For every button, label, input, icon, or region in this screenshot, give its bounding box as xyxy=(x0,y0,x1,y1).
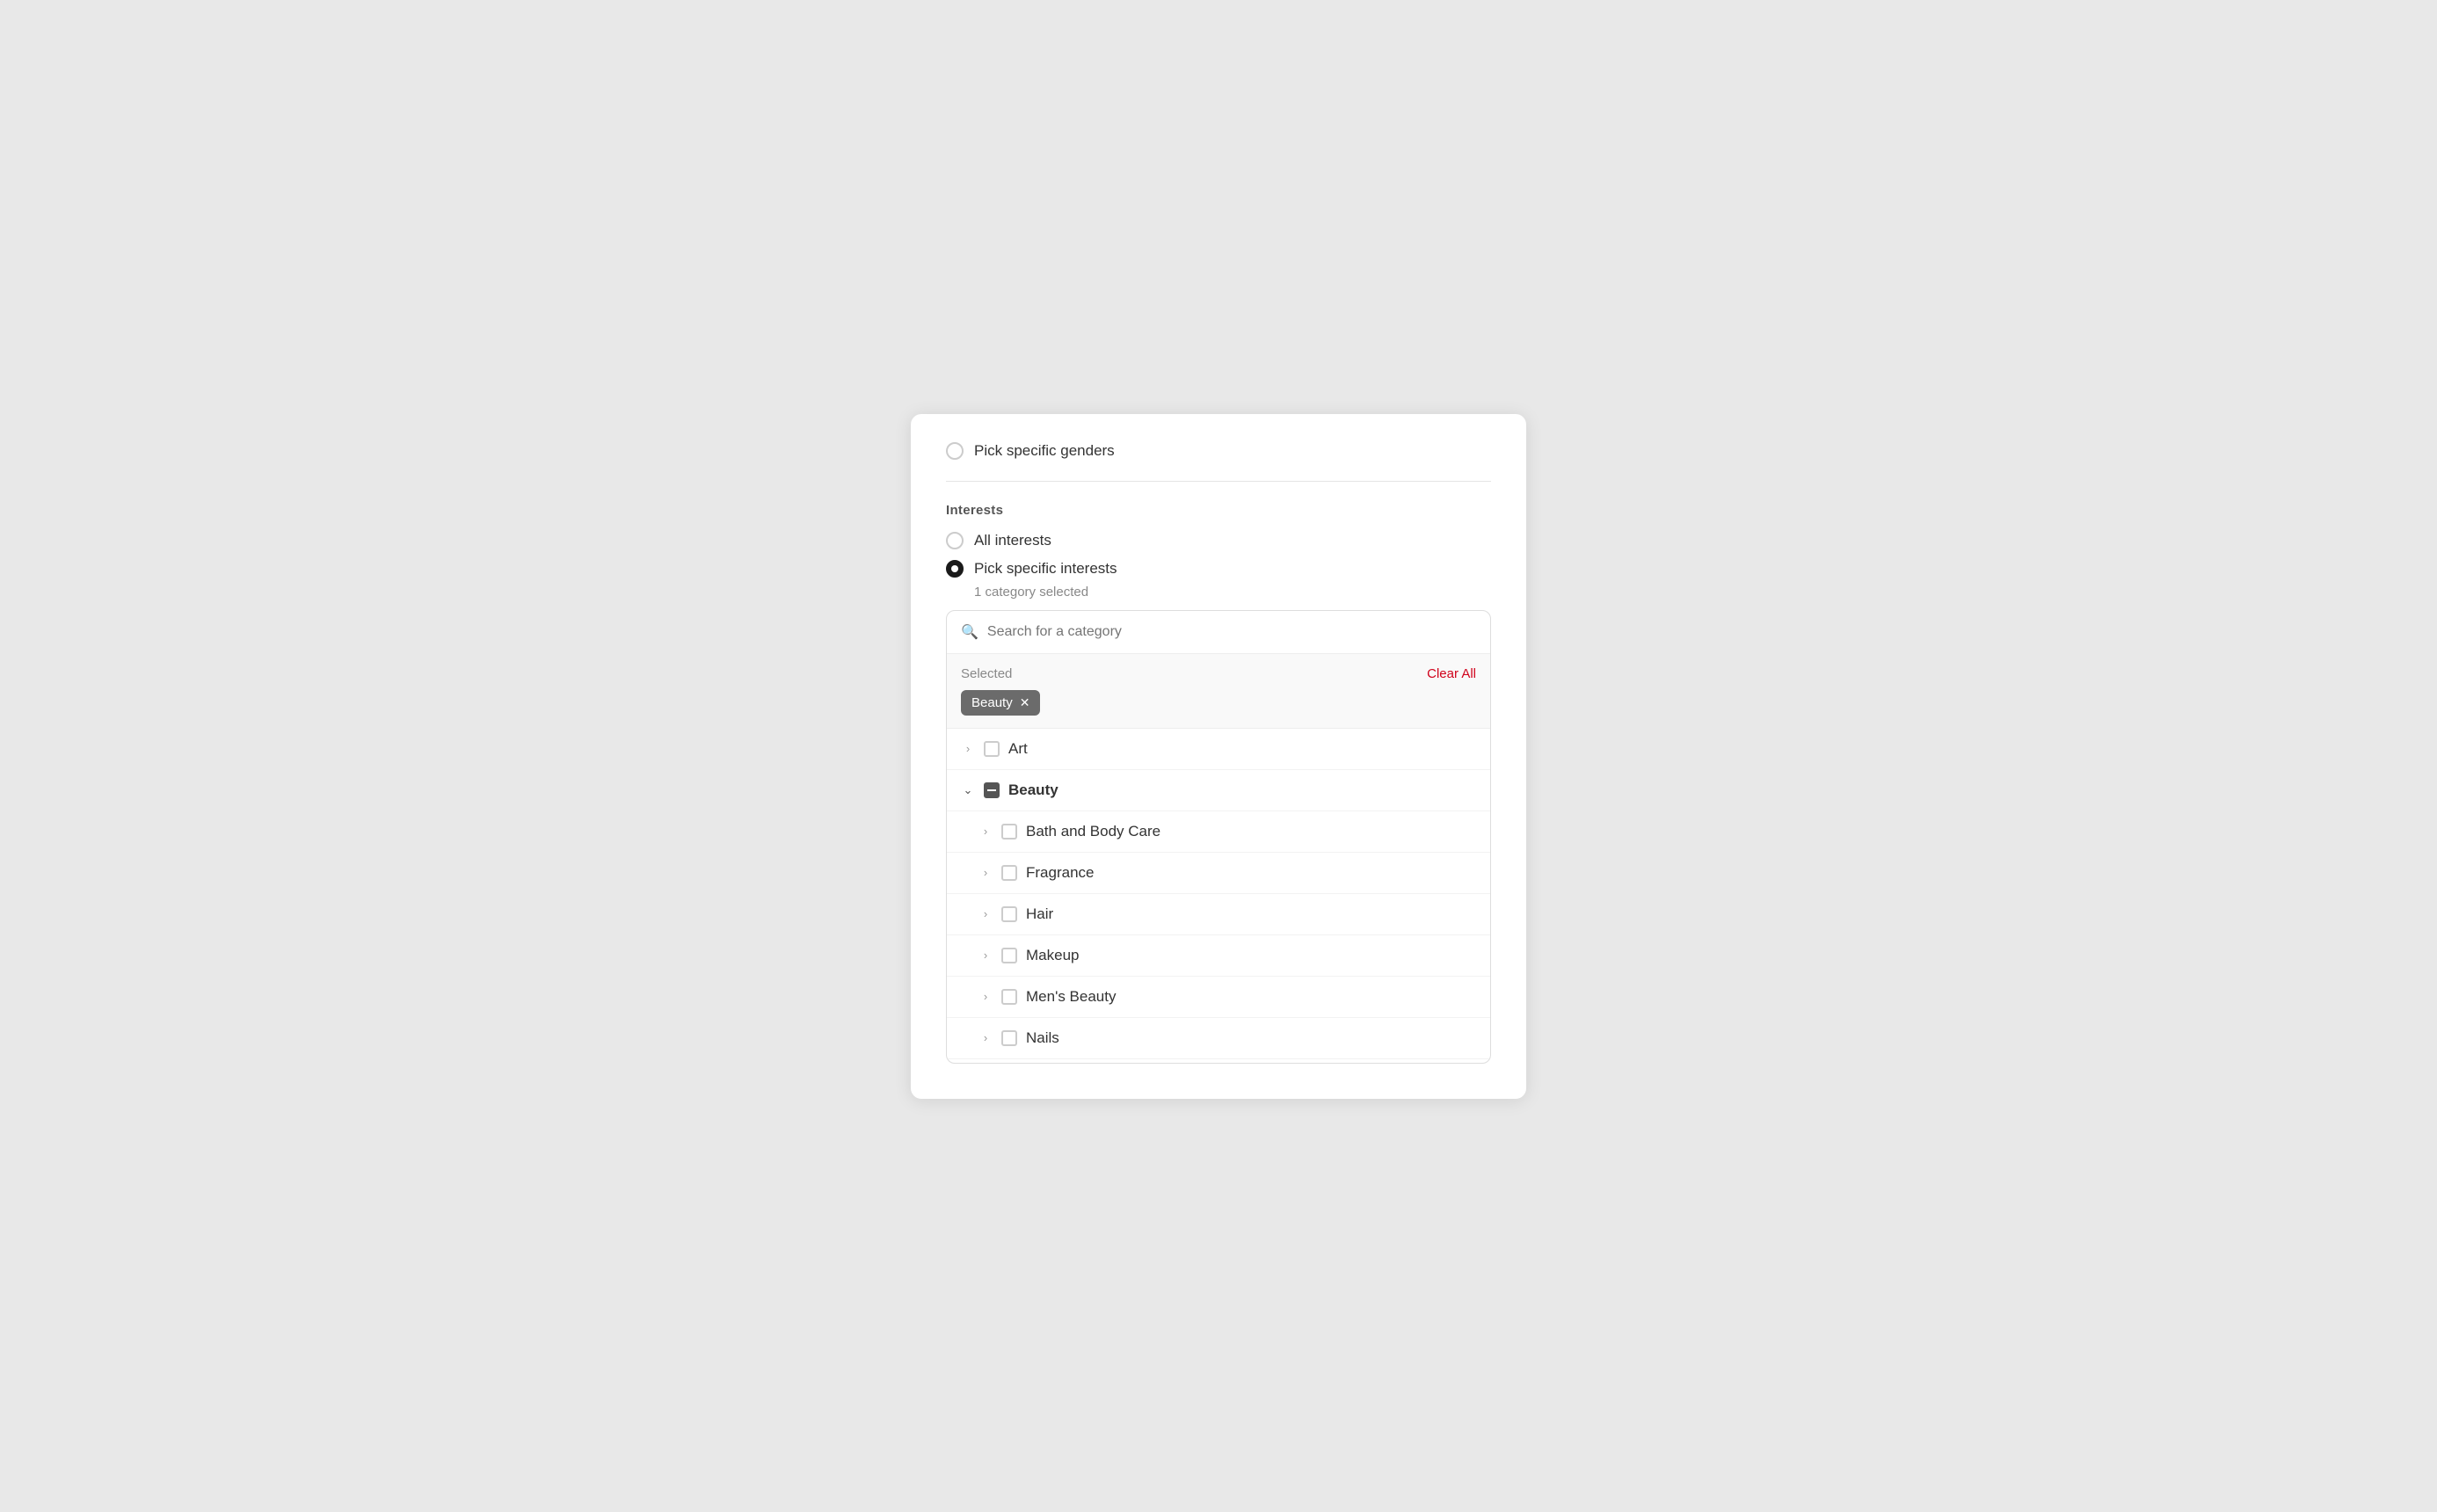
chevron-right-bath: › xyxy=(978,825,993,839)
category-beauty[interactable]: ⌄ Beauty xyxy=(947,770,1490,811)
selected-header: Selected Clear All xyxy=(961,666,1476,681)
checkbox-bath-body[interactable] xyxy=(1001,824,1017,840)
category-list: › Art ⌄ Beauty › Bath and Body Care › Fr… xyxy=(947,729,1490,1063)
interests-panel: Pick specific genders Interests All inte… xyxy=(911,414,1526,1099)
search-icon: 🔍 xyxy=(961,623,978,641)
specific-interests-radio[interactable] xyxy=(946,560,964,578)
category-bath-body-label: Bath and Body Care xyxy=(1026,823,1160,840)
category-mens-beauty[interactable]: › Men's Beauty xyxy=(947,977,1490,1018)
category-box: 🔍 Selected Clear All Beauty ✕ › Art xyxy=(946,610,1491,1064)
checkbox-art[interactable] xyxy=(984,741,1000,757)
category-hair[interactable]: › Hair xyxy=(947,894,1490,935)
selected-label: Selected xyxy=(961,666,1012,681)
category-skincare[interactable]: › Skincare xyxy=(947,1059,1490,1063)
selected-area: Selected Clear All Beauty ✕ xyxy=(947,654,1490,729)
specific-interests-row[interactable]: Pick specific interests xyxy=(946,560,1491,578)
category-fragrance[interactable]: › Fragrance xyxy=(947,853,1490,894)
interests-section-title: Interests xyxy=(946,503,1491,518)
all-interests-radio[interactable] xyxy=(946,532,964,549)
category-beauty-label: Beauty xyxy=(1008,781,1058,799)
checkbox-nails[interactable] xyxy=(1001,1030,1017,1046)
chevron-right-hair: › xyxy=(978,907,993,921)
gender-radio[interactable] xyxy=(946,442,964,460)
category-makeup-label: Makeup xyxy=(1026,947,1079,964)
search-input[interactable] xyxy=(987,624,1476,640)
category-hair-label: Hair xyxy=(1026,905,1053,923)
all-interests-label: All interests xyxy=(974,532,1051,549)
category-mens-beauty-label: Men's Beauty xyxy=(1026,988,1116,1006)
gender-label: Pick specific genders xyxy=(974,442,1115,460)
clear-all-button[interactable]: Clear All xyxy=(1427,666,1476,681)
chevron-down-beauty: ⌄ xyxy=(961,783,975,797)
checkbox-fragrance[interactable] xyxy=(1001,865,1017,881)
category-makeup[interactable]: › Makeup xyxy=(947,935,1490,977)
beauty-tag-label: Beauty xyxy=(971,695,1013,710)
chevron-right-art: › xyxy=(961,742,975,756)
chevron-right-nails: › xyxy=(978,1031,993,1045)
checkbox-makeup[interactable] xyxy=(1001,948,1017,963)
category-nails[interactable]: › Nails xyxy=(947,1018,1490,1059)
checkbox-beauty[interactable] xyxy=(984,782,1000,798)
selected-tags: Beauty ✕ xyxy=(961,690,1476,716)
beauty-tag-remove[interactable]: ✕ xyxy=(1020,696,1030,709)
category-count: 1 category selected xyxy=(974,585,1491,600)
category-bath-body[interactable]: › Bath and Body Care xyxy=(947,811,1490,853)
category-art-label: Art xyxy=(1008,740,1028,758)
category-nails-label: Nails xyxy=(1026,1029,1059,1047)
category-fragrance-label: Fragrance xyxy=(1026,864,1094,882)
chevron-right-mens: › xyxy=(978,990,993,1004)
chevron-right-fragrance: › xyxy=(978,866,993,880)
category-art[interactable]: › Art xyxy=(947,729,1490,770)
interests-options: All interests Pick specific interests xyxy=(946,532,1491,578)
specific-interests-label: Pick specific interests xyxy=(974,560,1117,578)
gender-row: Pick specific genders xyxy=(946,442,1491,482)
beauty-tag[interactable]: Beauty ✕ xyxy=(961,690,1040,716)
all-interests-row[interactable]: All interests xyxy=(946,532,1491,549)
checkbox-hair[interactable] xyxy=(1001,906,1017,922)
chevron-right-makeup: › xyxy=(978,949,993,963)
checkbox-mens-beauty[interactable] xyxy=(1001,989,1017,1005)
search-bar[interactable]: 🔍 xyxy=(947,611,1490,654)
